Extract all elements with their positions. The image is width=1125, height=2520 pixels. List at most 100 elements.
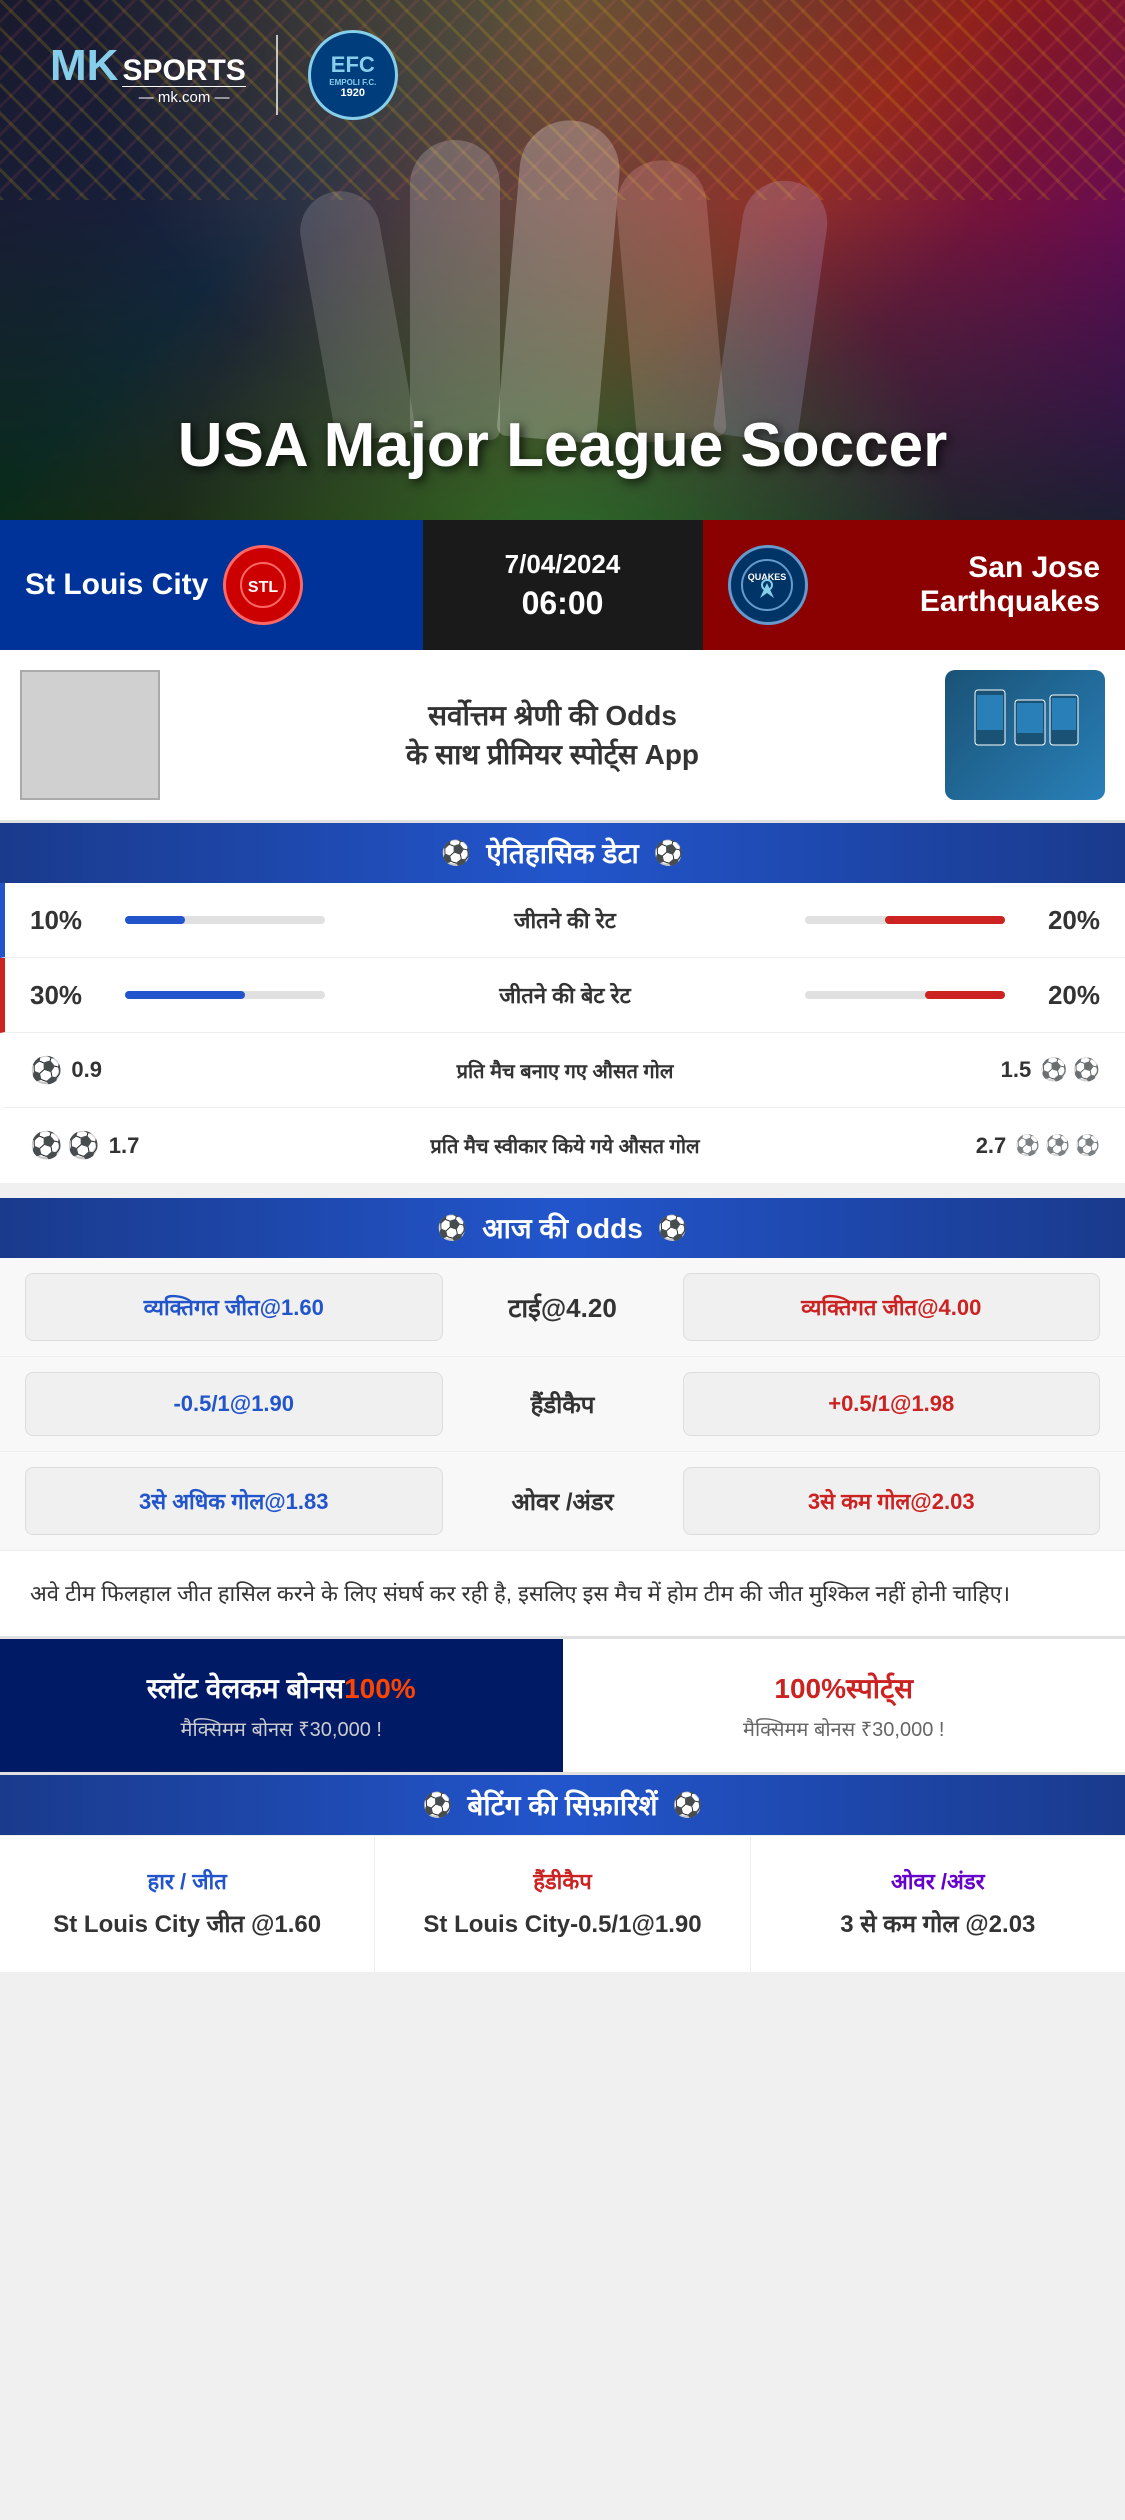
rec-value-2: St Louis City-0.5/1@1.90 — [395, 1908, 729, 1942]
odds-over-btn[interactable]: 3से अधिक गोल@1.83 — [25, 1467, 443, 1535]
sports-bonus-sub: मैक्सिमम बोनस ₹30,000 ! — [588, 1715, 1101, 1742]
odds-win-row: व्यक्तिगत जीत@1.60 टाई@4.20 व्यक्तिगत जी… — [0, 1258, 1125, 1357]
ball-icon-3: ⚽ — [1073, 1057, 1100, 1083]
slots-bonus-sub: मैक्सिमम बोनस ₹30,000 ! — [25, 1715, 538, 1742]
ball-icon-4: ⚽ — [30, 1130, 62, 1161]
promo-text: सर्वोत्तम श्रेणी की Odds के साथ प्रीमियर… — [180, 696, 925, 774]
stat-row-bet-win-rate: 30% जीतने की बेट रेट 20% — [0, 958, 1125, 1033]
rec-type-2: हैंडीकैप — [395, 1866, 729, 1896]
hero-banner: MK SPORTS — mk.com — EFC EMPOLI F.C. 192… — [0, 0, 1125, 520]
ball-icon-7: ⚽ — [1045, 1133, 1070, 1158]
ball-icon-6: ⚽ — [1015, 1133, 1040, 1158]
promo-banner[interactable]: सर्वोत्तम श्रेणी की Odds के साथ प्रीमियर… — [0, 650, 1125, 823]
odds-handicap-label: हैंडीकैप — [463, 1388, 663, 1421]
odds-away-win-btn[interactable]: व्यक्तिगत जीत@4.00 — [683, 1273, 1101, 1341]
bet-win-fill-right — [925, 991, 1005, 999]
match-center: 7/04/2024 06:00 — [423, 520, 703, 650]
odds-tie-val[interactable]: टाई@4.20 — [463, 1289, 663, 1325]
rec-win-loss: हार / जीत St Louis City जीत @1.60 — [0, 1836, 375, 1972]
recommendations-container: हार / जीत St Louis City जीत @1.60 हैंडीक… — [0, 1835, 1125, 1972]
bet-win-rate-bar-right — [805, 991, 1005, 999]
slots-bonus-title: स्लॉट वेलकम बोनस100% — [25, 1669, 538, 1707]
avg-conceded-right-val: 2.7 — [976, 1133, 1007, 1159]
rec-value-1: St Louis City जीत @1.60 — [20, 1908, 354, 1942]
svg-text:STL: STL — [248, 579, 278, 596]
odds-ou-row: 3से अधिक गोल@1.83 ओवर /अंडर 3से कम गोल@2… — [0, 1452, 1125, 1551]
bonus-section[interactable]: स्लॉट वेलकम बोनस100% मैक्सिमम बोनस ₹30,0… — [0, 1639, 1125, 1775]
empoli-fc-text: EMPOLI F.C. — [329, 78, 376, 87]
ball-icon-5: ⚽ — [67, 1130, 99, 1161]
recommendations-header: ⚽ बेटिंग की सिफ़ारिशें ⚽ — [0, 1775, 1125, 1835]
hero-title: USA Major League Soccer — [0, 412, 1125, 480]
match-date: 7/04/2024 — [505, 549, 621, 580]
bet-win-fill-left — [125, 991, 245, 999]
avg-conceded-label: प्रति मैच स्वीकार किये गये औसत गोल — [110, 1132, 1020, 1159]
avg-goals-icons-left: ⚽ 0.9 — [30, 1055, 110, 1086]
rec-row: हार / जीत St Louis City जीत @1.60 हैंडीक… — [0, 1835, 1125, 1972]
players-art — [0, 90, 1125, 440]
historical-title: ऐतिहासिक डेटा — [486, 834, 639, 872]
win-rate-right-val: 20% — [1020, 905, 1100, 936]
sports-label: SPORTS — [122, 56, 245, 86]
rec-handicap: हैंडीकैप St Louis City-0.5/1@1.90 — [375, 1836, 750, 1972]
away-team-section: QUAKES San Jose Earthquakes — [703, 520, 1125, 650]
rec-type-1: हार / जीत — [20, 1866, 354, 1896]
odds-handicap-home-btn[interactable]: -0.5/1@1.90 — [25, 1372, 443, 1436]
bet-win-rate-left-val: 30% — [30, 980, 110, 1011]
rec-value-3: 3 से कम गोल @2.03 — [771, 1908, 1105, 1942]
home-team-section: St Louis City STL — [0, 520, 423, 650]
analysis-text: अवे टीम फिलहाल जीत हासिल करने के लिए संघ… — [30, 1576, 1095, 1611]
odds-under-btn[interactable]: 3से कम गोल@2.03 — [683, 1467, 1101, 1535]
avg-goals-right-val: 1.5 — [1001, 1057, 1032, 1083]
mk-letters: MK — [50, 44, 118, 88]
avg-goals-icons-right: 1.5 ⚽ ⚽ — [1020, 1057, 1100, 1083]
away-team-name: San Jose Earthquakes — [823, 551, 1101, 619]
historical-section-header: ⚽ ऐतिहासिक डेटा ⚽ — [0, 823, 1125, 883]
promo-line2: के साथ प्रीमियर स्पोर्ट्स App — [180, 735, 925, 774]
win-rate-fill-left — [125, 916, 185, 924]
historical-data-container: 10% जीतने की रेट 20% 30% जीतने की बेट रे… — [0, 883, 1125, 1183]
analysis-section: अवे टीम फिलहाल जीत हासिल करने के लिए संघ… — [0, 1551, 1125, 1639]
bet-win-rate-right-val: 20% — [1020, 980, 1100, 1011]
avg-conceded-icons-left: ⚽ ⚽ 1.7 — [30, 1130, 110, 1161]
home-team-logo: STL — [223, 545, 303, 625]
ball-icon-right: ⚽ — [654, 839, 684, 868]
rec-over-under: ओवर /अंडर 3 से कम गोल @2.03 — [751, 1836, 1125, 1972]
match-header: St Louis City STL 7/04/2024 06:00 QUAKES… — [0, 520, 1125, 650]
odds-ball-left: ⚽ — [437, 1214, 467, 1243]
promo-image-placeholder — [20, 670, 160, 800]
promo-app-screenshot — [945, 670, 1105, 800]
away-team-logo: QUAKES — [728, 545, 808, 625]
odds-container: व्यक्तिगत जीत@1.60 टाई@4.20 व्यक्तिगत जी… — [0, 1258, 1125, 1551]
slots-bonus[interactable]: स्लॉट वेलकम बोनस100% मैक्सिमम बोनस ₹30,0… — [0, 1639, 563, 1772]
odds-handicap-row: -0.5/1@1.90 हैंडीकैप +0.5/1@1.98 — [0, 1357, 1125, 1452]
ball-icon-8: ⚽ — [1075, 1133, 1100, 1158]
sports-bonus[interactable]: 100%स्पोर्ट्स मैक्सिमम बोनस ₹30,000 ! — [563, 1639, 1125, 1772]
avg-goals-label: प्रति मैच बनाए गए औसत गोल — [110, 1057, 1020, 1084]
slots-bonus-percent: 100% — [344, 1673, 416, 1704]
bet-win-rate-bar-left — [125, 991, 325, 999]
stat-row-avg-conceded: ⚽ ⚽ 1.7 प्रति मैच स्वीकार किये गये औसत ग… — [0, 1108, 1125, 1183]
rec-ball-left: ⚽ — [423, 1791, 453, 1820]
win-rate-bar-right — [805, 916, 1005, 924]
ball-icon-2: ⚽ — [1040, 1057, 1067, 1083]
win-rate-bar-left — [125, 916, 325, 924]
ball-icon-1: ⚽ — [30, 1055, 62, 1086]
recommendations-title: बेटिंग की सिफ़ारिशें — [467, 1786, 657, 1824]
sports-bonus-title: 100%स्पोर्ट्स — [588, 1669, 1101, 1707]
promo-line1: सर्वोत्तम श्रेणी की Odds — [180, 696, 925, 735]
odds-title: आज की odds — [482, 1209, 643, 1247]
win-rate-label: जीतने की रेट — [340, 905, 790, 935]
avg-conceded-icons-right: 2.7 ⚽ ⚽ ⚽ — [1020, 1133, 1100, 1159]
odds-section-header: ⚽ आज की odds ⚽ — [0, 1198, 1125, 1258]
odds-handicap-away-btn[interactable]: +0.5/1@1.98 — [683, 1372, 1101, 1436]
stat-row-win-rate: 10% जीतने की रेट 20% — [0, 883, 1125, 958]
stat-row-avg-goals: ⚽ 0.9 प्रति मैच बनाए गए औसत गोल 1.5 ⚽ ⚽ — [0, 1033, 1125, 1108]
match-time: 06:00 — [522, 585, 604, 622]
win-rate-fill-right — [885, 916, 1005, 924]
avg-goals-left-val: 0.9 — [71, 1057, 102, 1083]
rec-ball-right: ⚽ — [673, 1791, 703, 1820]
odds-ou-label: ओवर /अंडर — [463, 1485, 663, 1518]
odds-home-win-btn[interactable]: व्यक्तिगत जीत@1.60 — [25, 1273, 443, 1341]
odds-ball-right: ⚽ — [658, 1214, 688, 1243]
